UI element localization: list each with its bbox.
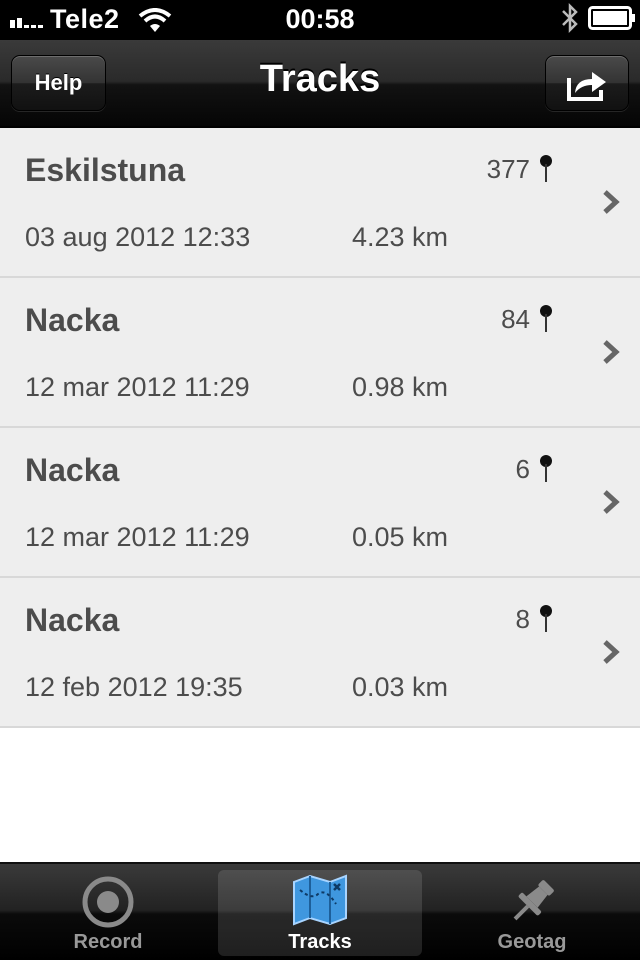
- tab-bar: Record Tracks Geotag: [0, 862, 640, 960]
- pin-icon: [540, 155, 552, 182]
- track-name: Nacka: [25, 302, 120, 338]
- clock: 00:58: [285, 4, 355, 34]
- page-title: Tracks: [259, 58, 381, 100]
- track-row[interactable]: Nacka 8 12 feb 2012 19:35 0.03 km: [0, 578, 640, 728]
- point-count: 8: [515, 604, 530, 634]
- point-count: 6: [515, 454, 530, 484]
- track-distance: 0.03 km: [352, 672, 449, 702]
- map-icon: [293, 874, 347, 926]
- track-name: Nacka: [25, 602, 120, 638]
- tab-record[interactable]: Record: [6, 870, 210, 956]
- track-distance: 0.98 km: [352, 372, 449, 402]
- track-date: 12 mar 2012 11:29: [25, 372, 250, 402]
- track-row[interactable]: Nacka 84 12 mar 2012 11:29 0.98 km: [0, 278, 640, 428]
- navigation-bar: Help Tracks: [0, 40, 640, 128]
- track-date: 12 feb 2012 19:35: [25, 672, 243, 702]
- track-distance: 4.23 km: [352, 222, 449, 252]
- chevron-right-icon: [603, 190, 620, 214]
- share-button[interactable]: [545, 55, 629, 111]
- record-icon: [82, 876, 134, 928]
- tracks-list: Eskilstuna 377 03 aug 2012 12:33 4.23 km…: [0, 128, 640, 728]
- point-count: 377: [486, 154, 530, 184]
- track-name: Eskilstuna: [25, 152, 186, 188]
- pin-icon: [540, 305, 552, 332]
- tab-label: Geotag: [497, 931, 567, 953]
- point-count: 84: [501, 304, 530, 334]
- track-row[interactable]: Eskilstuna 377 03 aug 2012 12:33 4.23 km: [0, 128, 640, 278]
- tab-label: Record: [73, 931, 143, 953]
- tab-tracks[interactable]: Tracks: [218, 870, 422, 956]
- pin-icon: [540, 455, 552, 482]
- tab-label: Tracks: [288, 931, 352, 953]
- chevron-right-icon: [603, 640, 620, 664]
- bluetooth-icon: [562, 2, 578, 34]
- track-date: 12 mar 2012 11:29: [25, 522, 250, 552]
- tab-geotag[interactable]: Geotag: [430, 870, 634, 956]
- pushpin-icon: [513, 880, 554, 921]
- track-distance: 0.05 km: [352, 522, 449, 552]
- track-date: 03 aug 2012 12:33: [25, 222, 251, 252]
- chevron-right-icon: [603, 490, 620, 514]
- pin-icon: [540, 605, 552, 632]
- battery-icon: [588, 6, 635, 30]
- chevron-right-icon: [603, 340, 620, 364]
- track-row[interactable]: Nacka 6 12 mar 2012 11:29 0.05 km: [0, 428, 640, 578]
- share-icon: [567, 72, 606, 101]
- track-name: Nacka: [25, 452, 120, 488]
- status-bar: Tele2 00:58: [0, 0, 640, 40]
